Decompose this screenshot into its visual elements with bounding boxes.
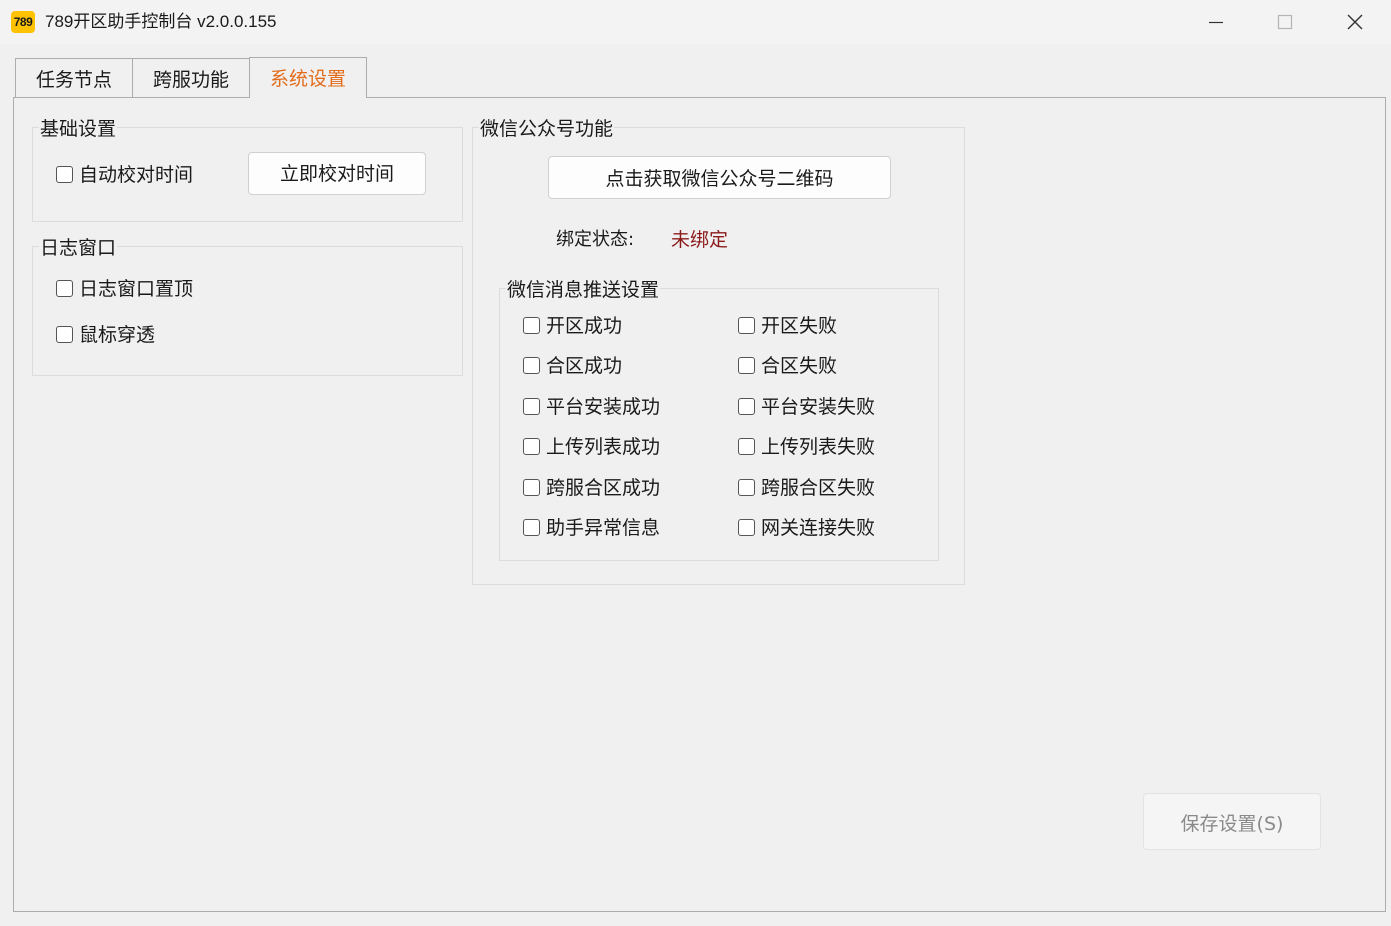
push-upload-fail-checkbox[interactable]: 上传列表失败 [738, 435, 875, 459]
push-install-fail-checkbox[interactable]: 平台安装失败 [738, 395, 875, 419]
checkbox-label: 助手异常信息 [546, 517, 661, 539]
checkbox-box[interactable] [56, 325, 73, 343]
checkbox-box[interactable] [738, 478, 755, 496]
app-logo: 789 [11, 11, 35, 33]
auto-sync-time-checkbox[interactable]: 自动校对时间 [56, 163, 193, 187]
close-icon [1347, 14, 1363, 30]
checkbox-label: 跨服合区成功 [546, 477, 661, 499]
window-title: 789开区助手控制台 v2.0.0.155 [45, 12, 277, 31]
push-helper-error-checkbox[interactable]: 助手异常信息 [523, 516, 660, 540]
sync-time-now-button[interactable]: 立即校对时间 [248, 152, 426, 195]
mouse-through-label: 鼠标穿透 [79, 324, 156, 346]
push-merge-fail-checkbox[interactable]: 合区失败 [738, 354, 837, 378]
checkbox-box[interactable] [738, 437, 755, 455]
push-gateway-fail-checkbox[interactable]: 网关连接失败 [738, 516, 875, 540]
push-cross-merge-fail-checkbox[interactable]: 跨服合区失败 [738, 476, 875, 500]
mouse-through-checkbox[interactable]: 鼠标穿透 [56, 323, 155, 347]
checkbox-box[interactable] [523, 518, 540, 536]
checkbox-box[interactable] [738, 316, 755, 334]
checkbox-box[interactable] [56, 165, 73, 183]
checkbox-label: 平台安装失败 [761, 396, 876, 418]
checkbox-label: 合区成功 [546, 355, 623, 377]
get-wechat-qrcode-button[interactable]: 点击获取微信公众号二维码 [548, 156, 891, 199]
push-open-success-checkbox[interactable]: 开区成功 [523, 314, 622, 338]
wechat-group-title: 微信公众号功能 [479, 117, 615, 141]
save-settings-button[interactable]: 保存设置(S) [1143, 793, 1321, 850]
bind-status-value: 未绑定 [671, 229, 729, 251]
log-pin-top-label: 日志窗口置顶 [79, 278, 194, 300]
push-install-success-checkbox[interactable]: 平台安装成功 [523, 395, 660, 419]
checkbox-label: 平台安装成功 [546, 396, 661, 418]
push-merge-success-checkbox[interactable]: 合区成功 [523, 354, 622, 378]
checkbox-box[interactable] [738, 397, 755, 415]
maximize-icon [1277, 14, 1293, 30]
maximize-button[interactable] [1250, 0, 1320, 44]
tab-cross-server[interactable]: 跨服功能 [132, 58, 250, 97]
checkbox-label: 开区失败 [761, 315, 838, 337]
basic-settings-title: 基础设置 [39, 117, 118, 141]
tab-system-settings[interactable]: 系统设置 [249, 57, 367, 98]
push-settings-title: 微信消息推送设置 [506, 278, 661, 302]
tab-task-nodes[interactable]: 任务节点 [15, 58, 133, 97]
title-bar: 789 789开区助手控制台 v2.0.0.155 [0, 0, 1391, 44]
auto-sync-time-label: 自动校对时间 [79, 164, 194, 186]
checkbox-box[interactable] [523, 437, 540, 455]
checkbox-label: 网关连接失败 [761, 517, 876, 539]
checkbox-box[interactable] [738, 356, 755, 374]
minimize-icon [1209, 21, 1223, 24]
checkbox-box[interactable] [523, 397, 540, 415]
checkbox-box[interactable] [523, 478, 540, 496]
checkbox-box[interactable] [738, 518, 755, 536]
close-button[interactable] [1320, 0, 1390, 44]
checkbox-label: 上传列表失败 [761, 436, 876, 458]
push-open-fail-checkbox[interactable]: 开区失败 [738, 314, 837, 338]
log-window-group [32, 246, 463, 376]
log-window-title: 日志窗口 [39, 236, 118, 260]
checkbox-box[interactable] [56, 279, 73, 297]
log-pin-top-checkbox[interactable]: 日志窗口置顶 [56, 277, 193, 301]
push-cross-merge-success-checkbox[interactable]: 跨服合区成功 [523, 476, 660, 500]
checkbox-label: 合区失败 [761, 355, 838, 377]
checkbox-label: 开区成功 [546, 315, 623, 337]
checkbox-label: 上传列表成功 [546, 436, 661, 458]
checkbox-label: 跨服合区失败 [761, 477, 876, 499]
checkbox-box[interactable] [523, 356, 540, 374]
minimize-button[interactable] [1181, 0, 1251, 44]
checkbox-box[interactable] [523, 316, 540, 334]
bind-status-label: 绑定状态: [556, 229, 635, 250]
push-upload-success-checkbox[interactable]: 上传列表成功 [523, 435, 660, 459]
